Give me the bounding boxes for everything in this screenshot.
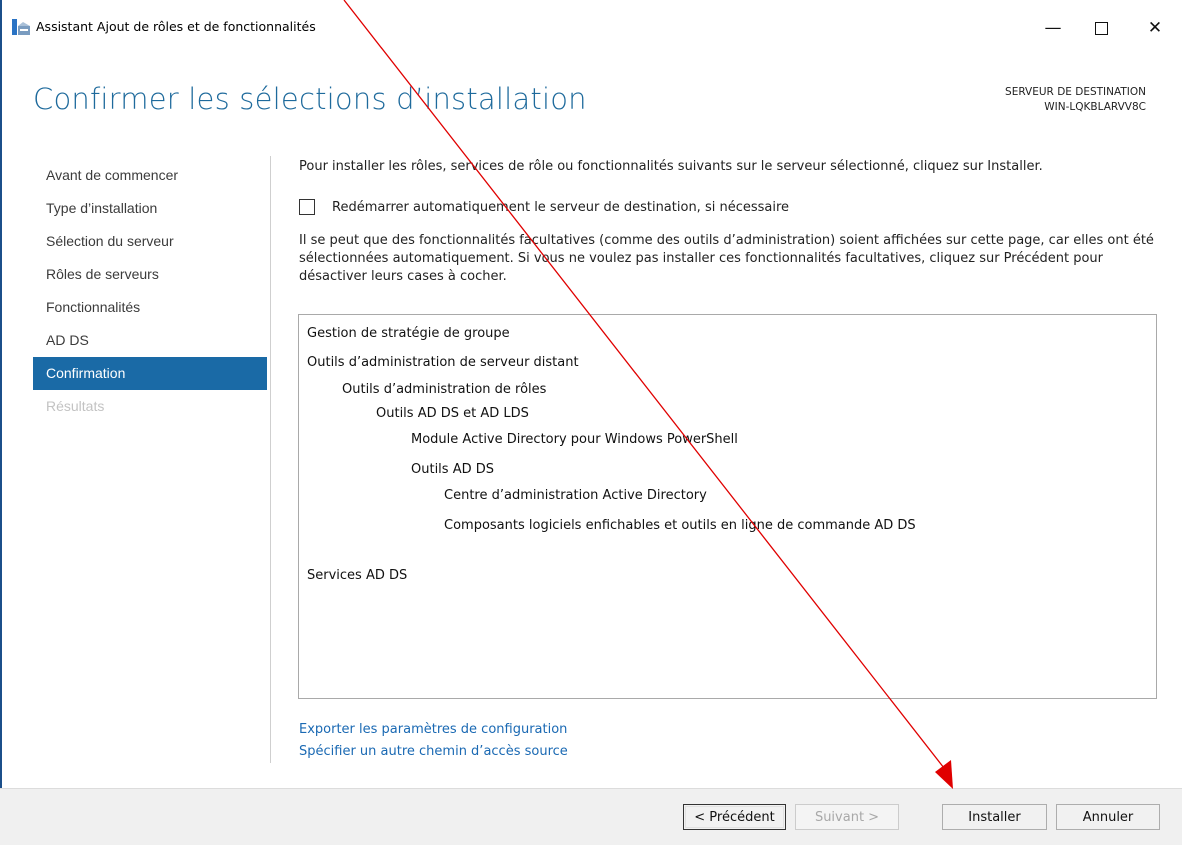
tree-item: Outils AD DS et AD LDS: [376, 406, 529, 421]
tree-item: Module Active Directory pour Windows Pow…: [411, 432, 738, 447]
nav-item-fonctionnalites[interactable]: Fonctionnalités: [33, 291, 267, 324]
alternate-source-path-link[interactable]: Spécifier un autre chemin d’accès source: [299, 744, 568, 759]
wizard-steps-nav: Avant de commencer Type d’installation S…: [33, 159, 267, 423]
intro-text: Pour installer les rôles, services de rô…: [299, 159, 1043, 174]
nav-item-avant-de-commencer[interactable]: Avant de commencer: [33, 159, 267, 192]
export-config-link[interactable]: Exporter les paramètres de configuration: [299, 722, 567, 737]
window-left-edge: [0, 0, 2, 844]
restart-checkbox[interactable]: [299, 199, 315, 215]
nav-divider: [270, 156, 271, 763]
title-bar: Assistant Ajout de rôles et de fonctionn…: [0, 0, 1182, 48]
tree-item: Outils d’administration de rôles: [342, 382, 547, 397]
nav-item-resultats: Résultats: [46, 398, 105, 414]
restart-checkbox-label[interactable]: Redémarrer automatiquement le serveur de…: [332, 200, 789, 215]
close-button[interactable]: ✕: [1132, 8, 1178, 48]
maximize-icon: [1094, 21, 1108, 35]
restart-option[interactable]: Redémarrer automatiquement le serveur de…: [299, 199, 789, 215]
destination-server-label: SERVEUR DE DESTINATION: [1005, 86, 1146, 98]
annotation-arrow-head: [935, 760, 953, 789]
window-title: Assistant Ajout de rôles et de fonctionn…: [36, 19, 316, 34]
tree-item: Services AD DS: [307, 568, 408, 583]
tree-item: Gestion de stratégie de groupe: [307, 326, 510, 341]
optional-features-notice: Il se peut que des fonctionnalités facul…: [299, 233, 1154, 284]
cancel-button[interactable]: Annuler: [1056, 804, 1160, 830]
previous-button[interactable]: < Précédent: [683, 804, 786, 830]
nav-item-ad-ds[interactable]: AD DS: [33, 324, 267, 357]
nav-item-selection-serveur[interactable]: Sélection du serveur: [33, 225, 267, 258]
selections-list: Gestion de stratégie de groupe Outils d’…: [298, 314, 1157, 699]
tree-item: Centre d’administration Active Directory: [444, 488, 707, 503]
tree-item: Composants logiciels enfichables et outi…: [444, 518, 916, 533]
next-button: Suivant >: [795, 804, 899, 830]
minimize-button[interactable]: —: [1030, 8, 1076, 48]
page-title: Confirmer les sélections d’installation: [33, 82, 587, 116]
nav-item-type-installation[interactable]: Type d’installation: [33, 192, 267, 225]
tree-item: Outils d’administration de serveur dista…: [307, 355, 579, 370]
server-manager-icon: [12, 19, 30, 35]
tree-item: Outils AD DS: [411, 462, 494, 477]
nav-item-confirmation[interactable]: Confirmation: [33, 357, 267, 390]
maximize-button[interactable]: [1078, 8, 1124, 48]
destination-server-name: WIN-LQKBLARVV8C: [1044, 101, 1146, 113]
nav-item-roles-serveurs[interactable]: Rôles de serveurs: [33, 258, 267, 291]
install-button[interactable]: Installer: [942, 804, 1047, 830]
